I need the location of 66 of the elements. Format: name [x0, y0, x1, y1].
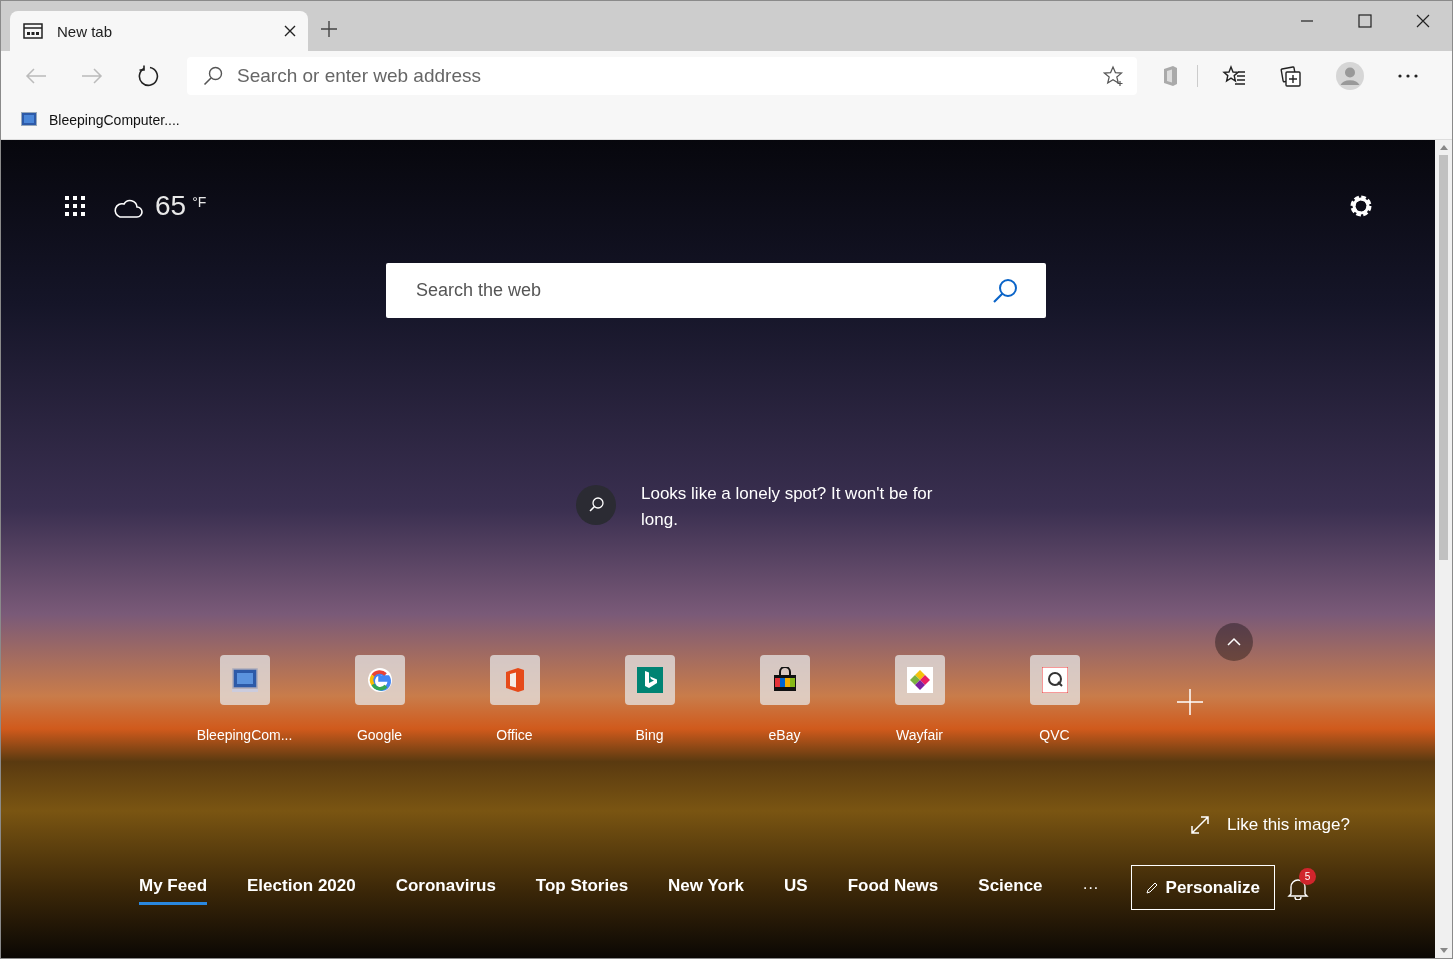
tile-label: Office — [496, 727, 533, 743]
weather-widget[interactable]: 65 °F — [113, 190, 207, 222]
notification-count: 5 — [1299, 867, 1317, 885]
browser-tab[interactable]: New tab — [10, 11, 308, 51]
diamond-pattern-icon — [906, 667, 933, 693]
favorites-icon[interactable] — [1222, 65, 1246, 87]
personalize-button[interactable]: Personalize — [1130, 865, 1276, 910]
top-site-tile[interactable]: Office — [447, 655, 582, 743]
temperature-unit: °F — [192, 194, 207, 210]
top-site-tile[interactable]: eBay — [717, 655, 852, 743]
feed-tab[interactable]: Top Stories — [535, 870, 629, 905]
feed-tab[interactable]: Food News — [847, 870, 939, 905]
bookmark-link[interactable]: BleepingComputer.... — [21, 112, 180, 128]
tab-title: New tab — [57, 22, 114, 40]
feed-tab[interactable]: New York — [668, 870, 744, 905]
top-site-tile[interactable]: Wayfair — [852, 655, 987, 743]
monitor-icon — [231, 667, 258, 693]
address-bar[interactable]: Search or enter web address — [187, 57, 1137, 95]
tile-label: Wayfair — [896, 727, 943, 743]
tip-text: Looks like a lonely spot? It won't be for long. — [641, 483, 934, 531]
close-icon[interactable] — [284, 25, 296, 37]
feed-tab[interactable]: Election 2020 — [247, 870, 356, 905]
top-site-tile[interactable]: QVC — [987, 655, 1122, 743]
tile-label: QVC — [1039, 727, 1070, 743]
maximize-icon[interactable] — [1358, 14, 1372, 28]
close-icon[interactable] — [1416, 14, 1430, 28]
plus-icon[interactable] — [320, 20, 338, 38]
temperature: 65 — [155, 190, 187, 222]
page-icon — [23, 23, 43, 39]
top-site-tile[interactable]: Bing — [582, 655, 717, 743]
scrollbar-thumb[interactable] — [1439, 155, 1448, 560]
collections-icon[interactable] — [1280, 65, 1302, 87]
shopping-bag-icon — [771, 667, 798, 693]
chevron-up-icon[interactable] — [1215, 623, 1253, 661]
profile-avatar-icon[interactable] — [1336, 62, 1364, 90]
star-add-icon[interactable] — [1103, 65, 1125, 87]
expand-arrows-icon[interactable] — [1191, 816, 1209, 834]
feed-tab[interactable]: Coronavirus — [395, 870, 496, 905]
monitor-icon — [21, 112, 37, 128]
tile-label: eBay — [768, 727, 801, 743]
address-input[interactable]: Search or enter web address — [235, 64, 1103, 88]
top-site-tile[interactable]: Google — [312, 655, 447, 743]
feed-tab[interactable]: Science — [978, 870, 1043, 905]
top-site-tile[interactable]: BleepingCom... — [177, 655, 312, 743]
search-icon[interactable] — [992, 277, 1018, 304]
tile-label: Bing — [635, 727, 664, 743]
web-search-bar[interactable]: Search the web — [386, 263, 1046, 318]
search-icon[interactable] — [576, 485, 616, 525]
like-image-link[interactable]: Like this image? — [1227, 815, 1350, 835]
q-letter-icon — [1041, 667, 1068, 693]
b-letter-icon — [636, 667, 663, 693]
more-icon[interactable] — [1398, 74, 1418, 78]
feed-tab[interactable]: US — [784, 870, 808, 905]
tile-label: BleepingCom... — [196, 727, 293, 743]
g-letter-icon — [366, 667, 393, 693]
feed-tab[interactable]: My Feed — [139, 870, 208, 905]
more-button[interactable]: ··· — [1082, 878, 1099, 897]
scroll-up-arrow-icon — [1439, 145, 1448, 150]
cloud-icon — [113, 198, 143, 218]
scrollbar[interactable] — [1435, 140, 1452, 958]
refresh-icon[interactable] — [137, 65, 159, 87]
pencil-icon — [1145, 881, 1158, 894]
search-icon — [203, 66, 223, 86]
scroll-down-arrow-icon — [1439, 948, 1448, 953]
app-launcher-icon[interactable] — [65, 196, 85, 216]
tile-label: Google — [356, 727, 403, 743]
